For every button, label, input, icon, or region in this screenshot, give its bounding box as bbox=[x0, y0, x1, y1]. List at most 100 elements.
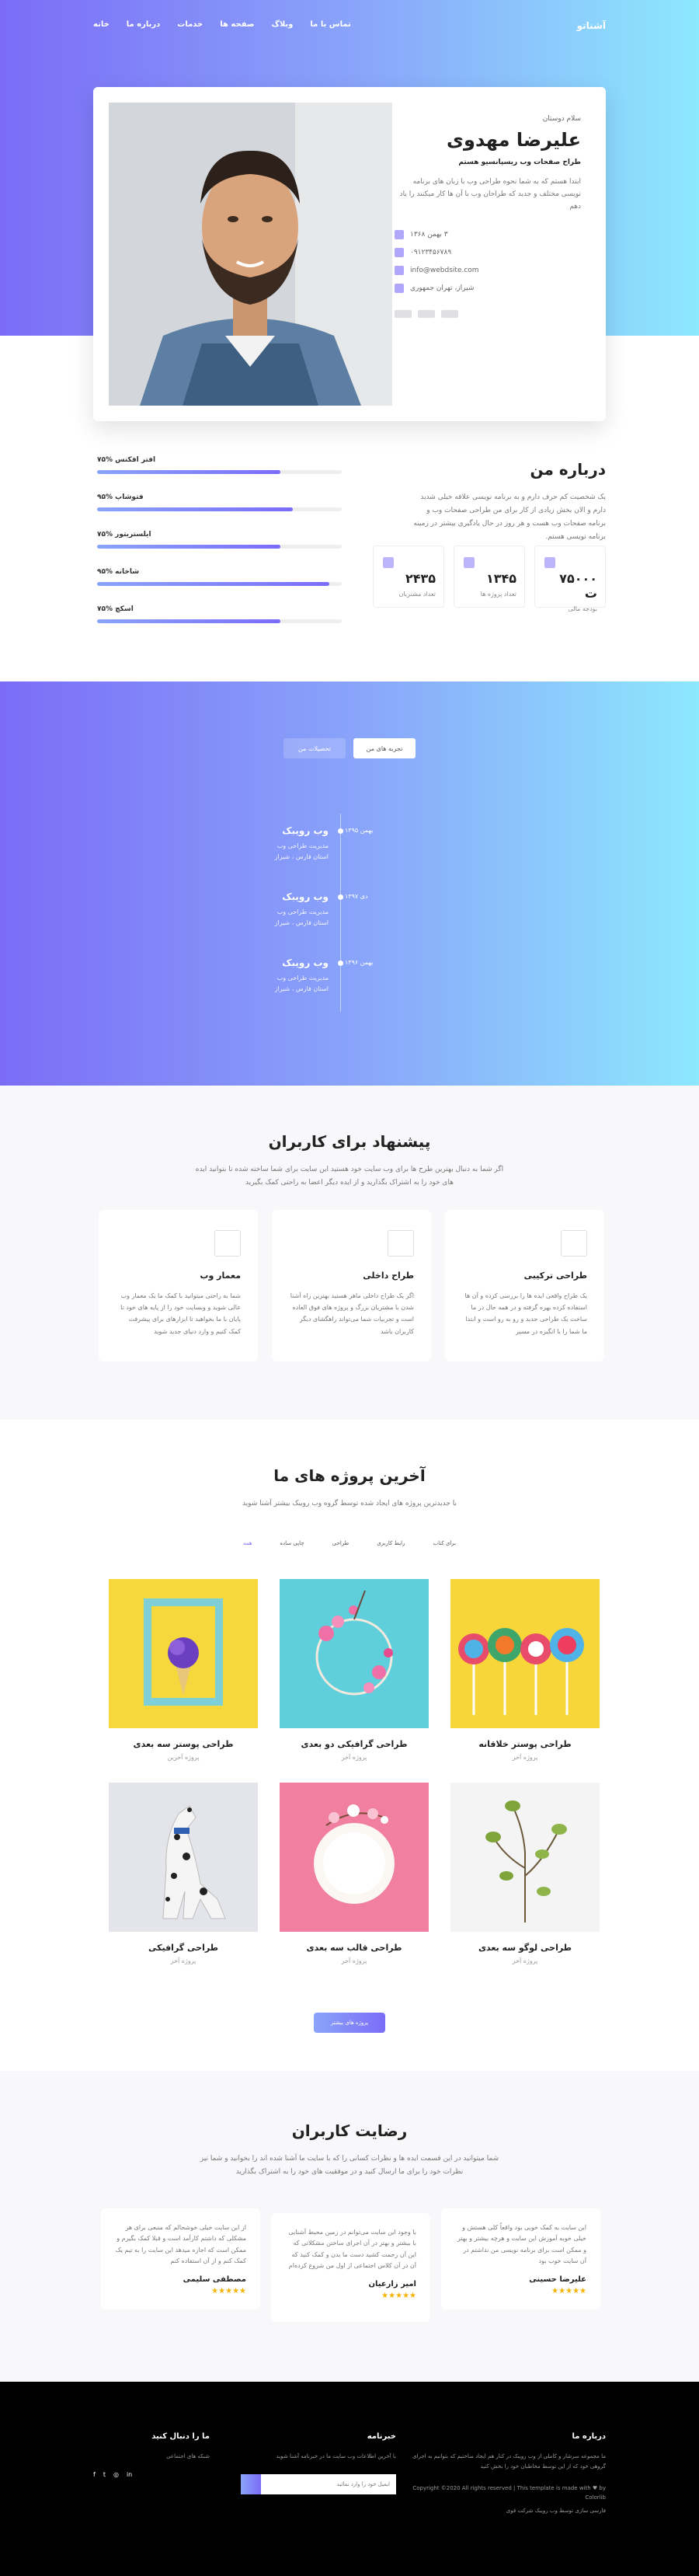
footer-social-icons: f t ◎ in bbox=[93, 2471, 210, 2478]
service-card: طراح داخلی اگر یک طراح داخلی ماهر هستید … bbox=[272, 1210, 431, 1361]
social-link-icon[interactable] bbox=[441, 309, 458, 318]
tab-education[interactable]: تحصیلات من bbox=[283, 738, 346, 758]
portfolio-item[interactable]: طراحی قالب سه بعدی پروژه آخر bbox=[280, 1783, 429, 1964]
social-link-icon[interactable] bbox=[418, 309, 435, 318]
top-nav: آشناتو خانه درباره ما خدمات صفحه ها وبلا… bbox=[0, 17, 699, 33]
profile-name: علیرضا مهدوی bbox=[447, 129, 581, 151]
nav-menu: خانه درباره ما خدمات صفحه ها وبلاگ تماس … bbox=[93, 20, 351, 29]
testimonials-subtitle: نظرات خود را برای ما ارسال کنید و در موف… bbox=[235, 2168, 464, 2176]
linkedin-icon[interactable]: in bbox=[127, 2471, 132, 2478]
nav-item-home[interactable]: خانه bbox=[93, 20, 110, 29]
tab-experience[interactable]: تجربه های من bbox=[353, 738, 416, 758]
profile-description: ابتدا هستم که به شما نحوه طراحی وب با زب… bbox=[399, 178, 581, 211]
money-icon bbox=[544, 557, 555, 568]
twitter-icon[interactable]: t bbox=[103, 2471, 106, 2478]
contact-email: info@webdsite.com bbox=[395, 262, 581, 280]
skill-fill bbox=[97, 619, 281, 623]
skill-item: اسکچ %۷۵ bbox=[97, 605, 342, 623]
timeline-dot bbox=[338, 960, 343, 966]
skill-item: فتوشاپ %۹۵ bbox=[97, 493, 342, 511]
testimonial-card: با وجود این سایت می‌توانم در زمین محیط آ… bbox=[271, 2213, 430, 2322]
skill-fill bbox=[97, 545, 281, 549]
portfolio-item[interactable]: طراحی گرافیکی دو بعدی پروژه آخر bbox=[280, 1579, 429, 1761]
filter-print[interactable]: چاپی ساده bbox=[280, 1540, 304, 1546]
skill-bar bbox=[97, 507, 342, 511]
service-card: طراحی ترکیبی یک طراح واقعی ایده ها را بر… bbox=[445, 1210, 604, 1361]
portfolio-image[interactable] bbox=[109, 1579, 258, 1728]
instagram-icon[interactable]: ◎ bbox=[113, 2471, 119, 2478]
about-section: درباره من یک شخصیت کم حرف دارم و به برنا… bbox=[0, 336, 699, 681]
testimonials-section: رضایت کاربران شما میتوانید در این قسمت ا… bbox=[0, 2071, 699, 2382]
portfolio-image[interactable] bbox=[450, 1783, 600, 1932]
filter-book[interactable]: برای کتاب bbox=[433, 1540, 456, 1546]
about-title: درباره من bbox=[530, 460, 606, 479]
experience-section: تجربه های من تحصیلات من بهمن ۱۳۹۵ وب روی… bbox=[0, 681, 699, 1086]
services-cards: معمار وب شما به راحتی میتوانید با کمک ما… bbox=[99, 1210, 604, 1361]
portfolio-image[interactable] bbox=[109, 1783, 258, 1932]
hero-section: آشناتو خانه درباره ما خدمات صفحه ها وبلا… bbox=[0, 0, 699, 421]
stat-customers: ۲۴۳۵ تعداد مشتریان bbox=[373, 546, 444, 608]
services-title: پیشنهاد برای کاربران bbox=[268, 1132, 431, 1151]
testimonial-card: از این سایت خیلی خوشحالم که منبعی برای ه… bbox=[101, 2208, 260, 2309]
skill-fill bbox=[97, 507, 293, 511]
experience-tabs: تجربه های من تحصیلات من bbox=[0, 738, 699, 758]
profile-social-links bbox=[395, 309, 581, 318]
phone-icon bbox=[395, 248, 404, 258]
chart-icon bbox=[464, 557, 475, 568]
newsletter-email-input[interactable]: ایمیل خود را وارد نمائید bbox=[261, 2474, 396, 2495]
skill-bar bbox=[97, 619, 342, 623]
services-section: پیشنهاد برای کاربران اگر شما به دنبال به… bbox=[0, 1086, 699, 1420]
nav-item-pages[interactable]: صفحه ها bbox=[220, 20, 254, 29]
more-projects-button[interactable]: پروژه های بیشتر bbox=[314, 2013, 385, 2033]
pen-icon bbox=[561, 1230, 587, 1257]
timeline-line bbox=[340, 814, 341, 1012]
timeline-dot bbox=[338, 894, 343, 900]
filter-ui[interactable]: رابط کاربری bbox=[377, 1540, 405, 1546]
footer-newsletter: خبرنامه با آخرین اطلاعات وب سایت ما در خ… bbox=[241, 2432, 396, 2495]
star-rating: ★★★★★ bbox=[551, 2286, 586, 2295]
skill-fill bbox=[97, 582, 330, 586]
testimonials-subtitle: شما میتوانید در این قسمت ایده ها و نظرات… bbox=[200, 2155, 499, 2163]
skill-item: ایلستریتور %۷۵ bbox=[97, 531, 342, 549]
skill-bar bbox=[97, 470, 342, 474]
portfolio-item[interactable]: طراحی گرافیکی پروژه آخر bbox=[109, 1783, 258, 1964]
portfolio-item[interactable]: طراحی لوگو سه بعدی پروژه آخر bbox=[450, 1783, 600, 1964]
portfolio-subtitle: با جدیدترین پروژه های ایجاد شده توسط گرو… bbox=[242, 1500, 457, 1508]
stat-budget: ۷۵۰۰۰ ت بودجه مالی bbox=[534, 546, 606, 612]
users-icon bbox=[383, 557, 394, 568]
calendar-icon bbox=[395, 230, 404, 240]
portfolio-image[interactable] bbox=[450, 1579, 600, 1728]
contact-birthday: ۳ بهمن ۱۳۶۸ bbox=[395, 226, 581, 244]
layout-icon bbox=[388, 1230, 414, 1257]
social-link-icon[interactable] bbox=[395, 309, 412, 318]
about-description: یک شخصیت کم حرف دارم و به برنامه نویسی ع… bbox=[413, 493, 606, 542]
nav-item-services[interactable]: خدمات bbox=[177, 20, 203, 29]
skill-bar bbox=[97, 582, 342, 586]
skill-bar bbox=[97, 545, 342, 549]
filter-design[interactable]: طراحی bbox=[332, 1540, 350, 1546]
star-rating: ★★★★★ bbox=[211, 2286, 246, 2295]
skills-list: افتر افکتس %۷۵ فتوشاپ %۹۵ ایلستریتور %۷۵… bbox=[97, 456, 342, 643]
newsletter-submit-button[interactable] bbox=[241, 2474, 261, 2495]
portfolio-item[interactable]: طراحی پوستر خلاقانه پروژه آخر bbox=[450, 1579, 600, 1761]
facebook-icon[interactable]: f bbox=[93, 2471, 96, 2478]
stats-row: ۷۵۰۰۰ ت بودجه مالی ۱۳۴۵ تعداد پروژه ها ۲… bbox=[373, 546, 606, 612]
services-subtitle: اگر شما به دنبال بهترین طرح ها برای وب س… bbox=[195, 1166, 504, 1173]
portfolio-image[interactable] bbox=[280, 1579, 429, 1728]
brand-logo[interactable]: آشناتو bbox=[577, 20, 606, 31]
stat-projects: ۱۳۴۵ تعداد پروژه ها bbox=[454, 546, 525, 608]
contact-phone: ۰۹۱۲۳۴۵۶۷۸۹ bbox=[395, 244, 581, 262]
nav-item-blog[interactable]: وبلاگ bbox=[272, 20, 294, 29]
portfolio-item[interactable]: طراحی پوستر سه بعدی پروژه آخرین bbox=[109, 1579, 258, 1761]
service-card: معمار وب شما به راحتی میتوانید با کمک ما… bbox=[99, 1210, 258, 1361]
portfolio-title: آخرین پروژه های ما bbox=[273, 1466, 426, 1485]
footer-about: درباره ما ما مجموعه سرشار و کاملی از وب … bbox=[412, 2432, 606, 2514]
newsletter-form: ایمیل خود را وارد نمائید bbox=[241, 2474, 396, 2495]
filter-all[interactable]: همه bbox=[243, 1540, 252, 1546]
testimonial-cards: از این سایت خیلی خوشحالم که منبعی برای ه… bbox=[101, 2208, 600, 2322]
building-icon bbox=[214, 1230, 241, 1257]
portfolio-image[interactable] bbox=[280, 1783, 429, 1932]
nav-item-contact[interactable]: تماس با ما bbox=[310, 20, 350, 29]
mail-icon bbox=[395, 266, 404, 276]
nav-item-about[interactable]: درباره ما bbox=[127, 20, 161, 29]
